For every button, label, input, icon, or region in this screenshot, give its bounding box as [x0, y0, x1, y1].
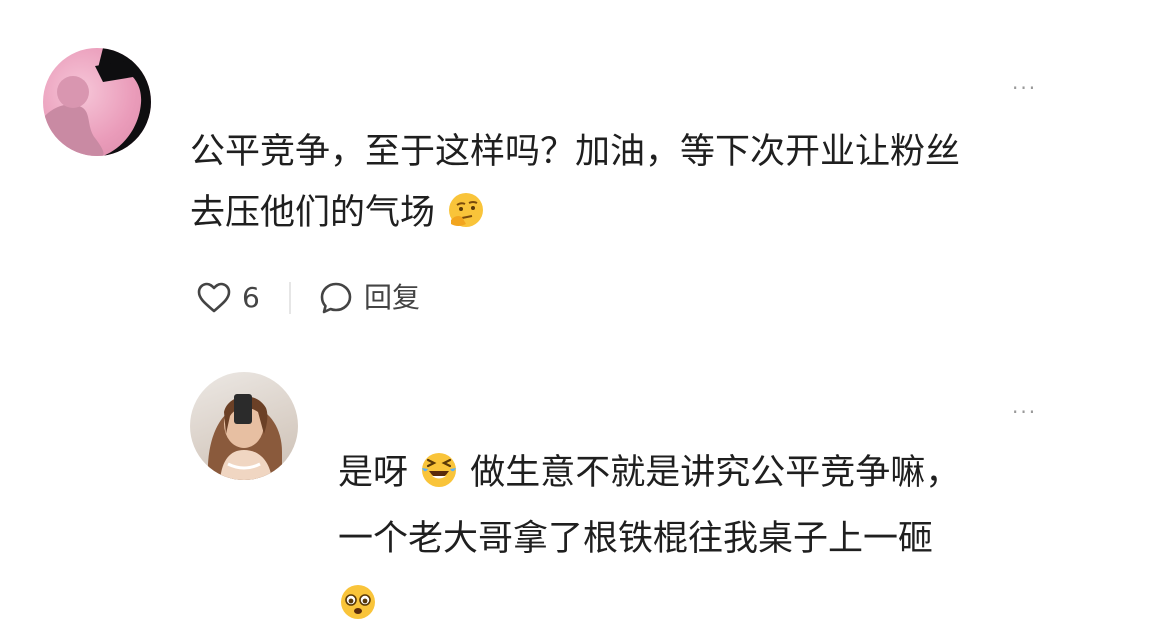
avatar-image [207, 394, 282, 480]
username-placeholder[interactable] [338, 410, 498, 422]
comment-text-part-1: 是呀 [338, 453, 409, 493]
avatar[interactable] [190, 372, 298, 480]
divider [289, 282, 291, 314]
thinking-face-icon [449, 193, 484, 227]
heart-icon [197, 282, 231, 313]
laughing-crying-face-icon [422, 453, 457, 487]
like-button[interactable]: 6 [196, 278, 260, 318]
avatar[interactable] [43, 48, 151, 156]
comment-text: 公平竞争，至于这样吗？加油，等下次开业让粉丝 去压他们的气场 [190, 122, 1070, 244]
comment-text-line-2: 一个老大哥拿了根铁棍往我桌子上一砸 [338, 519, 934, 559]
comment-actions: 6 回复 [196, 278, 496, 318]
username-placeholder[interactable] [190, 54, 330, 66]
avatar-image [43, 48, 151, 156]
more-options-icon[interactable]: ··· [1012, 402, 1048, 422]
speech-bubble-icon [320, 282, 352, 314]
reply-button[interactable]: 回复 [318, 278, 420, 318]
comment-text-part-2: 做生意不就是讲究公平竞争嘛， [470, 453, 961, 493]
like-count: 6 [242, 281, 260, 314]
fearful-face-icon [341, 585, 375, 619]
comment-item: ··· 是呀 做生意不就是讲究公平竞争嘛， 一个老大哥拿了根铁棍往我桌子上一砸 [0, 340, 1166, 619]
comment-item: ··· 公平竞争，至于这样吗？加油，等下次开业让粉丝 去压他们的气场 6 回复 [0, 0, 1166, 340]
comment-text-line-2: 去压他们的气场 [190, 193, 436, 233]
comment-text-line-1: 公平竞争，至于这样吗？加油，等下次开业让粉丝 [190, 132, 961, 172]
reply-label: 回复 [364, 281, 421, 314]
comment-text: 是呀 做生意不就是讲究公平竞争嘛， 一个老大哥拿了根铁棍往我桌子上一砸 [338, 440, 1098, 638]
more-options-icon[interactable]: ··· [1012, 78, 1048, 98]
